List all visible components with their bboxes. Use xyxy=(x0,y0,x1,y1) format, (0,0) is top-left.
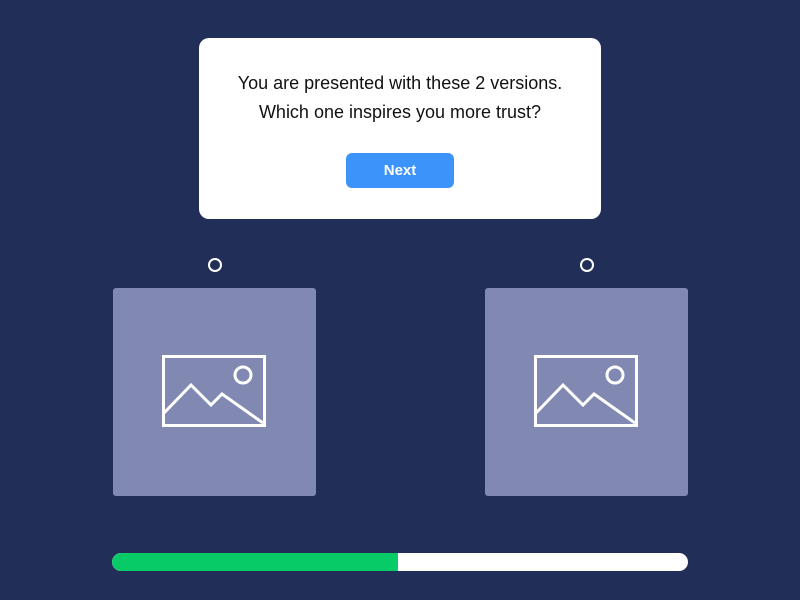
question-text: You are presented with these 2 versions.… xyxy=(199,69,601,127)
option-a-radio[interactable] xyxy=(208,258,222,272)
next-button[interactable]: Next xyxy=(346,153,454,188)
option-b-image[interactable] xyxy=(485,288,688,496)
image-placeholder-icon xyxy=(534,355,638,427)
option-a xyxy=(113,258,316,496)
question-line-2: Which one inspires you more trust? xyxy=(258,102,542,122)
progress-bar-fill xyxy=(112,553,399,571)
question-line-1: You are presented with these 2 versions. xyxy=(237,73,563,93)
progress-bar xyxy=(112,553,688,571)
image-placeholder-icon xyxy=(162,355,266,427)
option-b xyxy=(485,258,688,496)
option-a-image[interactable] xyxy=(113,288,316,496)
question-card: You are presented with these 2 versions.… xyxy=(199,38,601,219)
option-b-radio[interactable] xyxy=(580,258,594,272)
